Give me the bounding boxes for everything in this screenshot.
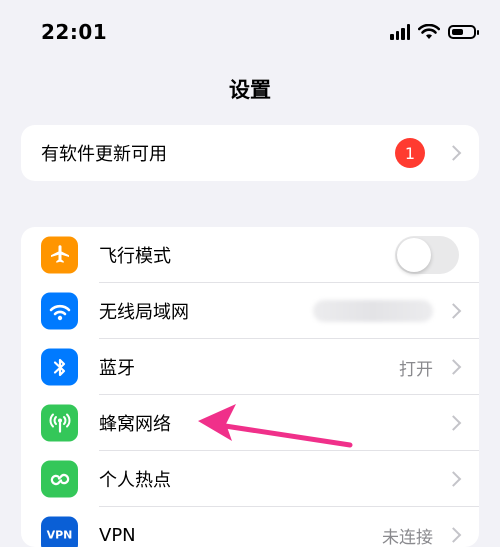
page-title: 设置 (0, 74, 500, 104)
software-update-label: 有软件更新可用 (41, 140, 167, 166)
wifi-status-icon (418, 24, 440, 40)
chevron-right-icon (446, 471, 462, 487)
airplane-icon (41, 237, 78, 274)
status-bar: 22:01 (0, 0, 500, 64)
airplane-mode-row: 飞行模式 (21, 227, 479, 283)
personal-hotspot-label: 个人热点 (99, 466, 171, 492)
update-count-badge: 1 (395, 138, 425, 168)
battery-icon (448, 25, 476, 39)
airplane-mode-label: 飞行模式 (99, 242, 171, 268)
cellular-label: 蜂窝网络 (99, 410, 171, 436)
bluetooth-row[interactable]: 蓝牙 打开 (21, 339, 479, 395)
chevron-right-icon (446, 415, 462, 431)
bluetooth-icon (41, 349, 78, 386)
cellular-row[interactable]: 蜂窝网络 (21, 395, 479, 451)
chevron-right-icon (446, 145, 462, 161)
vpn-label: VPN (99, 525, 136, 546)
chevron-right-icon (446, 303, 462, 319)
bluetooth-status-value: 打开 (399, 355, 433, 380)
personal-hotspot-row[interactable]: 个人热点 (21, 451, 479, 507)
vpn-row[interactable]: VPN VPN 未连接 (21, 507, 479, 547)
cellular-signal-icon (390, 24, 410, 40)
connectivity-group: 飞行模式 无线局域网 蓝牙 打开 (21, 227, 479, 547)
software-update-row[interactable]: 有软件更新可用 1 (21, 125, 479, 181)
toggle-knob (397, 238, 431, 272)
vpn-status-value: 未连接 (382, 523, 433, 547)
status-time: 22:01 (41, 20, 107, 44)
software-update-group: 有软件更新可用 1 (21, 125, 479, 181)
status-icons (390, 22, 476, 42)
wifi-row[interactable]: 无线局域网 (21, 283, 479, 339)
battery-fill (452, 29, 463, 35)
wifi-icon (41, 293, 78, 330)
hotspot-link-icon (41, 461, 78, 498)
wifi-label: 无线局域网 (99, 298, 189, 324)
chevron-right-icon (446, 527, 462, 543)
airplane-mode-toggle[interactable] (395, 236, 459, 274)
wifi-network-name-blurred (313, 300, 433, 322)
bluetooth-label: 蓝牙 (99, 354, 135, 380)
chevron-right-icon (446, 359, 462, 375)
cellular-antenna-icon (41, 405, 78, 442)
